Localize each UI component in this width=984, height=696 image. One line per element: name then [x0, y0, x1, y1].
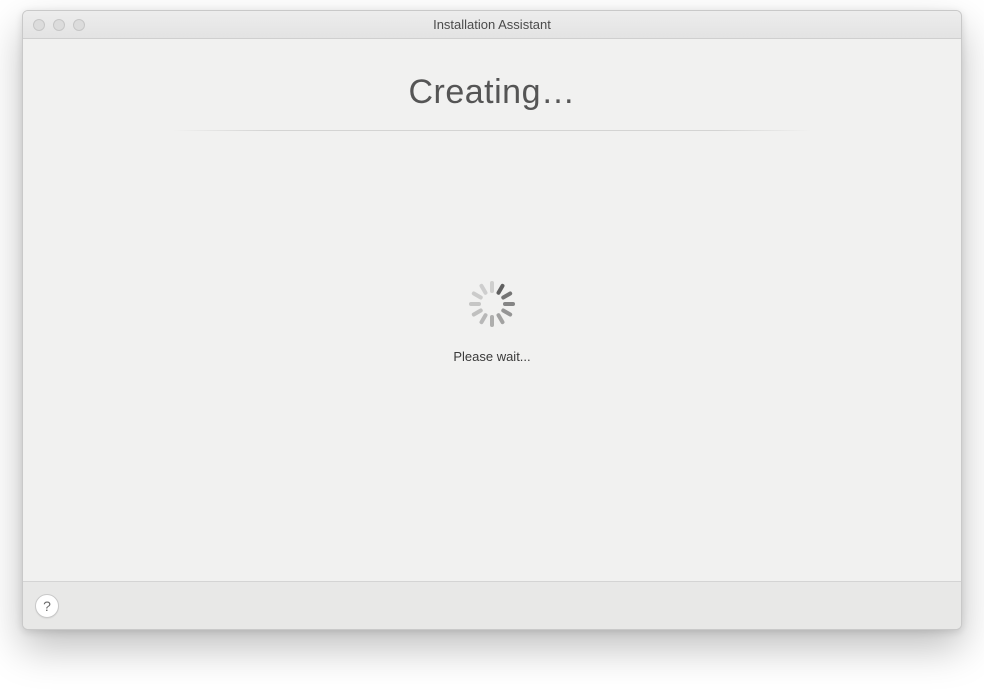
spinner-blade — [479, 313, 488, 325]
divider — [172, 130, 812, 131]
spinner-blade — [479, 283, 488, 295]
spinner-blade — [496, 313, 505, 325]
spinner-blade — [490, 281, 494, 293]
spinner-blade — [490, 315, 494, 327]
window-title: Installation Assistant — [23, 17, 961, 32]
minimize-icon[interactable] — [53, 19, 65, 31]
window-controls — [23, 19, 85, 31]
spinner-blade — [503, 302, 515, 306]
footer: ? — [23, 581, 961, 629]
progress-area: Please wait... — [453, 281, 530, 364]
zoom-icon[interactable] — [73, 19, 85, 31]
content-area: Creating… Please wait... — [23, 39, 961, 581]
titlebar: Installation Assistant — [23, 11, 961, 39]
status-text: Please wait... — [453, 349, 530, 364]
installer-window: Installation Assistant Creating… Please … — [22, 10, 962, 630]
spinner-blade — [501, 308, 513, 317]
spinner-blade — [501, 291, 513, 300]
close-icon[interactable] — [33, 19, 45, 31]
spinner-icon — [469, 281, 515, 327]
spinner-blade — [471, 291, 483, 300]
page-title: Creating… — [408, 73, 575, 112]
help-icon: ? — [43, 598, 51, 614]
help-button[interactable]: ? — [35, 594, 59, 618]
spinner-blade — [469, 302, 481, 306]
